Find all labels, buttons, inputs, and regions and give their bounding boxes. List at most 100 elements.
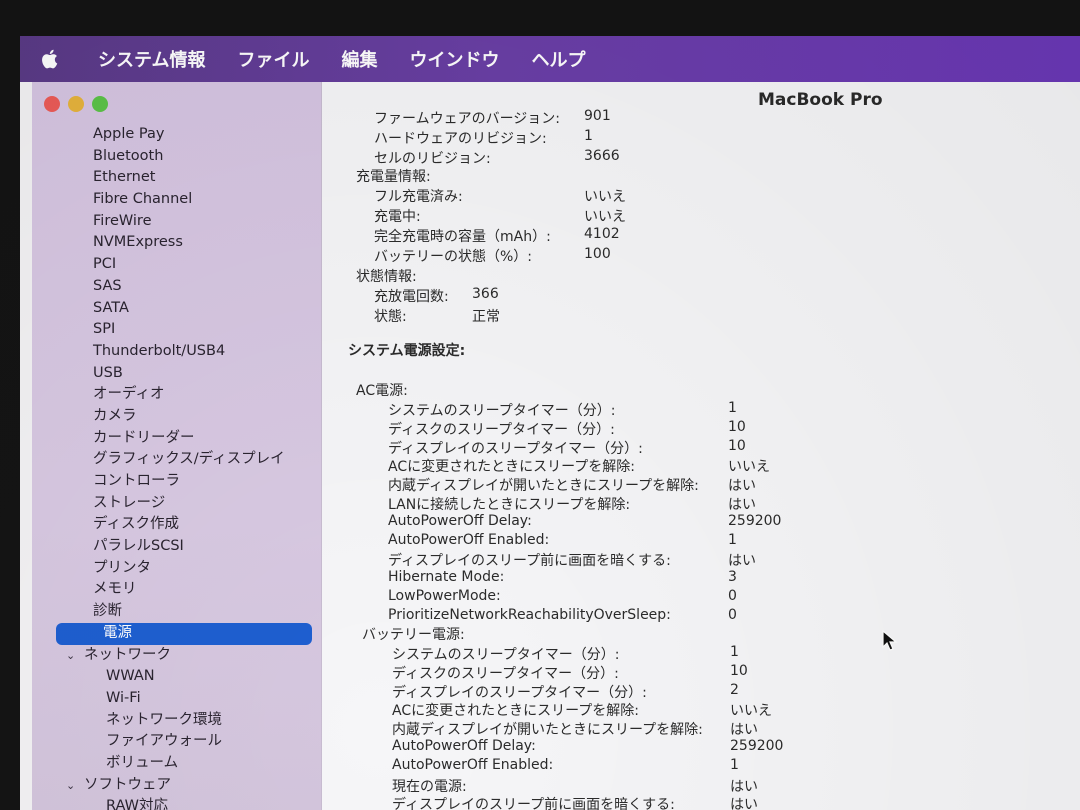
sidebar-item-label: ネットワーク bbox=[84, 646, 171, 663]
sidebar-item[interactable]: Apple Pay bbox=[32, 124, 322, 146]
sidebar-item[interactable]: Ethernet bbox=[32, 167, 322, 189]
sidebar-item[interactable]: Bluetooth bbox=[32, 146, 322, 168]
zoom-button[interactable] bbox=[92, 96, 108, 112]
sidebar-item[interactable]: Thunderbolt/USB4 bbox=[32, 341, 322, 363]
info-value: 1 bbox=[730, 644, 739, 660]
info-value: 901 bbox=[584, 108, 611, 124]
info-key: AutoPowerOff Enabled: bbox=[392, 756, 554, 773]
close-button[interactable] bbox=[44, 96, 60, 112]
sidebar-item[interactable]: パラレルSCSI bbox=[32, 536, 322, 558]
sidebar-item-label: ファイアウォール bbox=[106, 733, 222, 750]
info-key: 充電中: bbox=[374, 209, 421, 225]
sidebar-item[interactable]: 電源 bbox=[56, 622, 312, 645]
info-key: AutoPowerOff Delay: bbox=[392, 738, 536, 754]
sidebar-item-label: ストレージ bbox=[93, 494, 166, 511]
sidebar-item-label: SAS bbox=[93, 277, 122, 294]
sidebar-item[interactable]: プリンタ bbox=[32, 558, 322, 580]
sidebar-item-label: カードリーダー bbox=[93, 429, 195, 446]
sidebar-item[interactable]: カメラ bbox=[32, 406, 322, 428]
sidebar-item[interactable]: SAS bbox=[32, 276, 322, 298]
info-key: ディスプレイのスリープ前に画面を暗くする: bbox=[388, 553, 671, 570]
chevron-down-icon[interactable]: ⌄ bbox=[66, 775, 84, 797]
info-value: はい bbox=[730, 797, 758, 810]
sidebar-item[interactable]: グラフィックス/ディスプレイ bbox=[32, 449, 322, 471]
sidebar-item[interactable]: 診断 bbox=[32, 601, 322, 623]
sidebar-item-label: Bluetooth bbox=[93, 147, 164, 164]
info-key: 内蔵ディスプレイが開いたときにスリープを解除: bbox=[392, 722, 703, 739]
sidebar-item[interactable]: ディスク作成 bbox=[32, 514, 322, 536]
sidebar-group[interactable]: ⌄ ソフトウェア bbox=[32, 775, 322, 797]
section-header: システム電源設定: bbox=[348, 343, 466, 359]
sidebar-item-label: WWAN bbox=[106, 668, 155, 685]
menu-app-name[interactable]: システム情報 bbox=[78, 46, 221, 72]
sidebar-item-label: USB bbox=[93, 364, 123, 381]
menu-help[interactable]: ヘルプ bbox=[515, 46, 601, 72]
info-key: Hibernate Mode: bbox=[388, 569, 505, 586]
sidebar-item[interactable]: カードリーダー bbox=[32, 428, 322, 450]
sidebar-item-label: ネットワーク環境 bbox=[106, 711, 222, 728]
sidebar-item[interactable]: FireWire bbox=[32, 211, 322, 233]
info-key: ディスプレイのスリープタイマー（分）: bbox=[392, 684, 647, 701]
sidebar-group[interactable]: ⌄ ネットワーク bbox=[32, 645, 322, 667]
section-header: バッテリー電源: bbox=[362, 627, 465, 643]
sidebar-item[interactable]: ネットワーク環境 bbox=[32, 710, 322, 732]
info-key: AutoPowerOff Delay: bbox=[388, 512, 532, 529]
sidebar-item[interactable]: Fibre Channel bbox=[32, 189, 322, 211]
sidebar-item-label: グラフィックス/ディスプレイ bbox=[93, 451, 285, 468]
sidebar-item[interactable]: SPI bbox=[32, 319, 322, 341]
info-key: ACに変更されたときにスリープを解除: bbox=[388, 459, 635, 476]
window-title: MacBook Pro bbox=[758, 90, 883, 110]
sidebar-item-label: 診断 bbox=[93, 603, 122, 620]
info-key: PrioritizeNetworkReachabilityOverSleep: bbox=[388, 606, 671, 623]
screen: システム情報 ファイル 編集 ウインドウ ヘルプ Apple Pay Blueto… bbox=[20, 36, 1080, 810]
sidebar-item-label: メモリ bbox=[93, 581, 137, 598]
sidebar-item[interactable]: PCI bbox=[32, 254, 322, 276]
sidebar-item-label: Wi-Fi bbox=[106, 689, 141, 706]
sidebar-item-label: プリンタ bbox=[93, 559, 151, 576]
info-value: いいえ bbox=[730, 703, 772, 720]
sidebar-item[interactable]: コントローラ bbox=[32, 471, 322, 493]
menu-edit[interactable]: 編集 bbox=[325, 46, 393, 72]
sidebar-item-label: Thunderbolt/USB4 bbox=[93, 342, 226, 359]
minimize-button[interactable] bbox=[68, 96, 84, 112]
chevron-down-icon[interactable]: ⌄ bbox=[66, 645, 84, 667]
sidebar-item-label: ボリューム bbox=[106, 754, 179, 771]
info-value: 366 bbox=[472, 286, 499, 302]
info-key: セルのリビジョン: bbox=[374, 151, 491, 167]
sidebar-item-label: FireWire bbox=[93, 212, 152, 229]
sidebar-item[interactable]: ボリューム bbox=[32, 753, 322, 775]
system-info-window: Apple Pay Bluetooth Ethernet Fibre Channel F… bbox=[32, 82, 1080, 810]
sidebar-item[interactable]: USB bbox=[32, 363, 322, 385]
info-value: 1 bbox=[730, 756, 739, 773]
menu-window[interactable]: ウインドウ bbox=[393, 46, 515, 72]
sidebar-item[interactable]: SATA bbox=[32, 298, 322, 320]
info-value: 10 bbox=[728, 418, 746, 435]
sidebar-item[interactable]: Wi-Fi bbox=[32, 688, 322, 710]
sidebar-item-label: Fibre Channel bbox=[93, 191, 193, 208]
info-value: 1 bbox=[728, 531, 737, 548]
info-value: 1 bbox=[584, 128, 593, 144]
section-header: 充電量情報: bbox=[356, 169, 431, 185]
sidebar-item[interactable]: NVMExpress bbox=[32, 232, 322, 254]
sidebar-item[interactable]: WWAN bbox=[32, 666, 322, 688]
detail-pane: MacBook Pro ファームウェアのバージョン: 901 ハードウェアのリビジョ… bbox=[322, 82, 1080, 810]
info-key: LANに接続したときにスリープを解除: bbox=[388, 497, 631, 513]
sidebar-item[interactable]: メモリ bbox=[32, 579, 322, 601]
apple-menu-icon[interactable] bbox=[20, 48, 78, 70]
info-key: システムのスリープタイマー（分）: bbox=[388, 403, 616, 419]
info-key: ハードウェアのリビジョン: bbox=[374, 131, 547, 147]
info-value: 10 bbox=[728, 437, 746, 454]
info-key: ファームウェアのバージョン: bbox=[374, 111, 561, 127]
info-key: ディスクのスリープタイマー（分）: bbox=[388, 421, 615, 438]
sidebar-item[interactable]: ストレージ bbox=[32, 493, 322, 515]
sidebar-item[interactable]: RAW対応 bbox=[32, 796, 322, 810]
info-key: ディスプレイのスリープ前に画面を暗くする: bbox=[392, 797, 675, 810]
sidebar-item-label: PCI bbox=[93, 256, 117, 273]
menu-file[interactable]: ファイル bbox=[221, 46, 325, 72]
sidebar-item-label: ソフトウェア bbox=[84, 776, 171, 793]
info-value: 0 bbox=[728, 606, 737, 623]
sidebar-item[interactable]: オーディオ bbox=[32, 384, 322, 406]
info-value: いいえ bbox=[728, 459, 770, 476]
sidebar-item[interactable]: ファイアウォール bbox=[32, 731, 322, 753]
sidebar: Apple Pay Bluetooth Ethernet Fibre Channel F… bbox=[32, 82, 322, 810]
